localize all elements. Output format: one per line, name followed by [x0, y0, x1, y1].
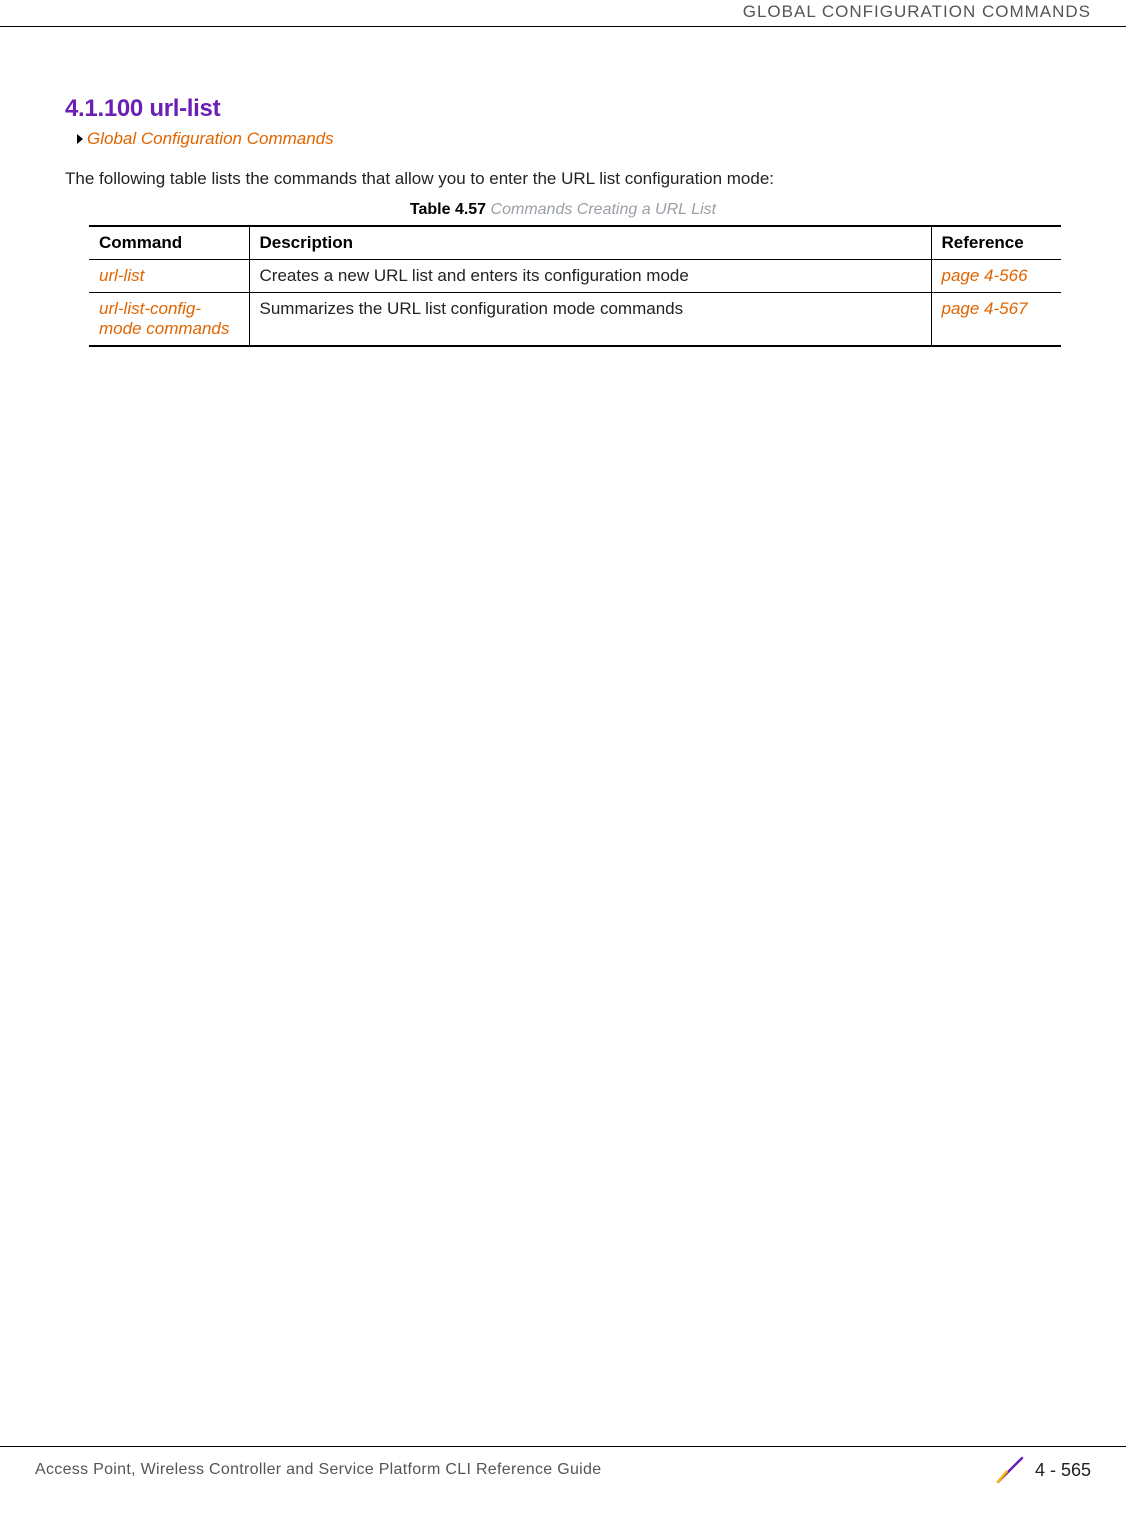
- page-footer: Access Point, Wireless Controller and Se…: [0, 1446, 1126, 1487]
- brand-logo-icon: [993, 1453, 1027, 1487]
- cell-reference: page 4-566: [931, 259, 1061, 292]
- cell-command: url-list: [89, 259, 249, 292]
- reference-link[interactable]: page 4-567: [942, 299, 1028, 318]
- section-heading: 4.1.100 url-list: [65, 95, 1061, 123]
- header-chapter: GLOBAL CONFIGURATION COMMANDS: [743, 2, 1091, 21]
- cell-reference: page 4-567: [931, 292, 1061, 346]
- table-caption: Table 4.57 Commands Creating a URL List: [65, 201, 1061, 219]
- page-number: 4 - 565: [1035, 1460, 1091, 1481]
- table-caption-label: Table 4.57: [410, 201, 486, 218]
- table-header-row: Command Description Reference: [89, 226, 1061, 260]
- table-row: url-list-config-mode commands Summarizes…: [89, 292, 1061, 346]
- footer-right: 4 - 565: [993, 1453, 1091, 1487]
- cell-description: Summarizes the URL list configuration mo…: [249, 292, 931, 346]
- command-link[interactable]: url-list: [99, 266, 144, 285]
- reference-link[interactable]: page 4-566: [942, 266, 1028, 285]
- page-content: 4.1.100 url-list Global Configuration Co…: [0, 27, 1126, 347]
- breadcrumb: Global Configuration Commands: [77, 129, 1061, 149]
- page-header: GLOBAL CONFIGURATION COMMANDS: [0, 2, 1126, 27]
- cell-description: Creates a new URL list and enters its co…: [249, 259, 931, 292]
- th-description: Description: [249, 226, 931, 260]
- th-command: Command: [89, 226, 249, 260]
- th-reference: Reference: [931, 226, 1061, 260]
- table-caption-title: Commands Creating a URL List: [491, 201, 717, 218]
- breadcrumb-arrow-icon: [77, 134, 83, 144]
- breadcrumb-link[interactable]: Global Configuration Commands: [87, 129, 334, 149]
- table-row: url-list Creates a new URL list and ente…: [89, 259, 1061, 292]
- intro-text: The following table lists the commands t…: [65, 167, 1061, 191]
- command-link[interactable]: url-list-config-mode commands: [99, 299, 229, 338]
- commands-table: Command Description Reference url-list C…: [89, 225, 1061, 347]
- footer-guide-title: Access Point, Wireless Controller and Se…: [35, 1461, 601, 1479]
- cell-command: url-list-config-mode commands: [89, 292, 249, 346]
